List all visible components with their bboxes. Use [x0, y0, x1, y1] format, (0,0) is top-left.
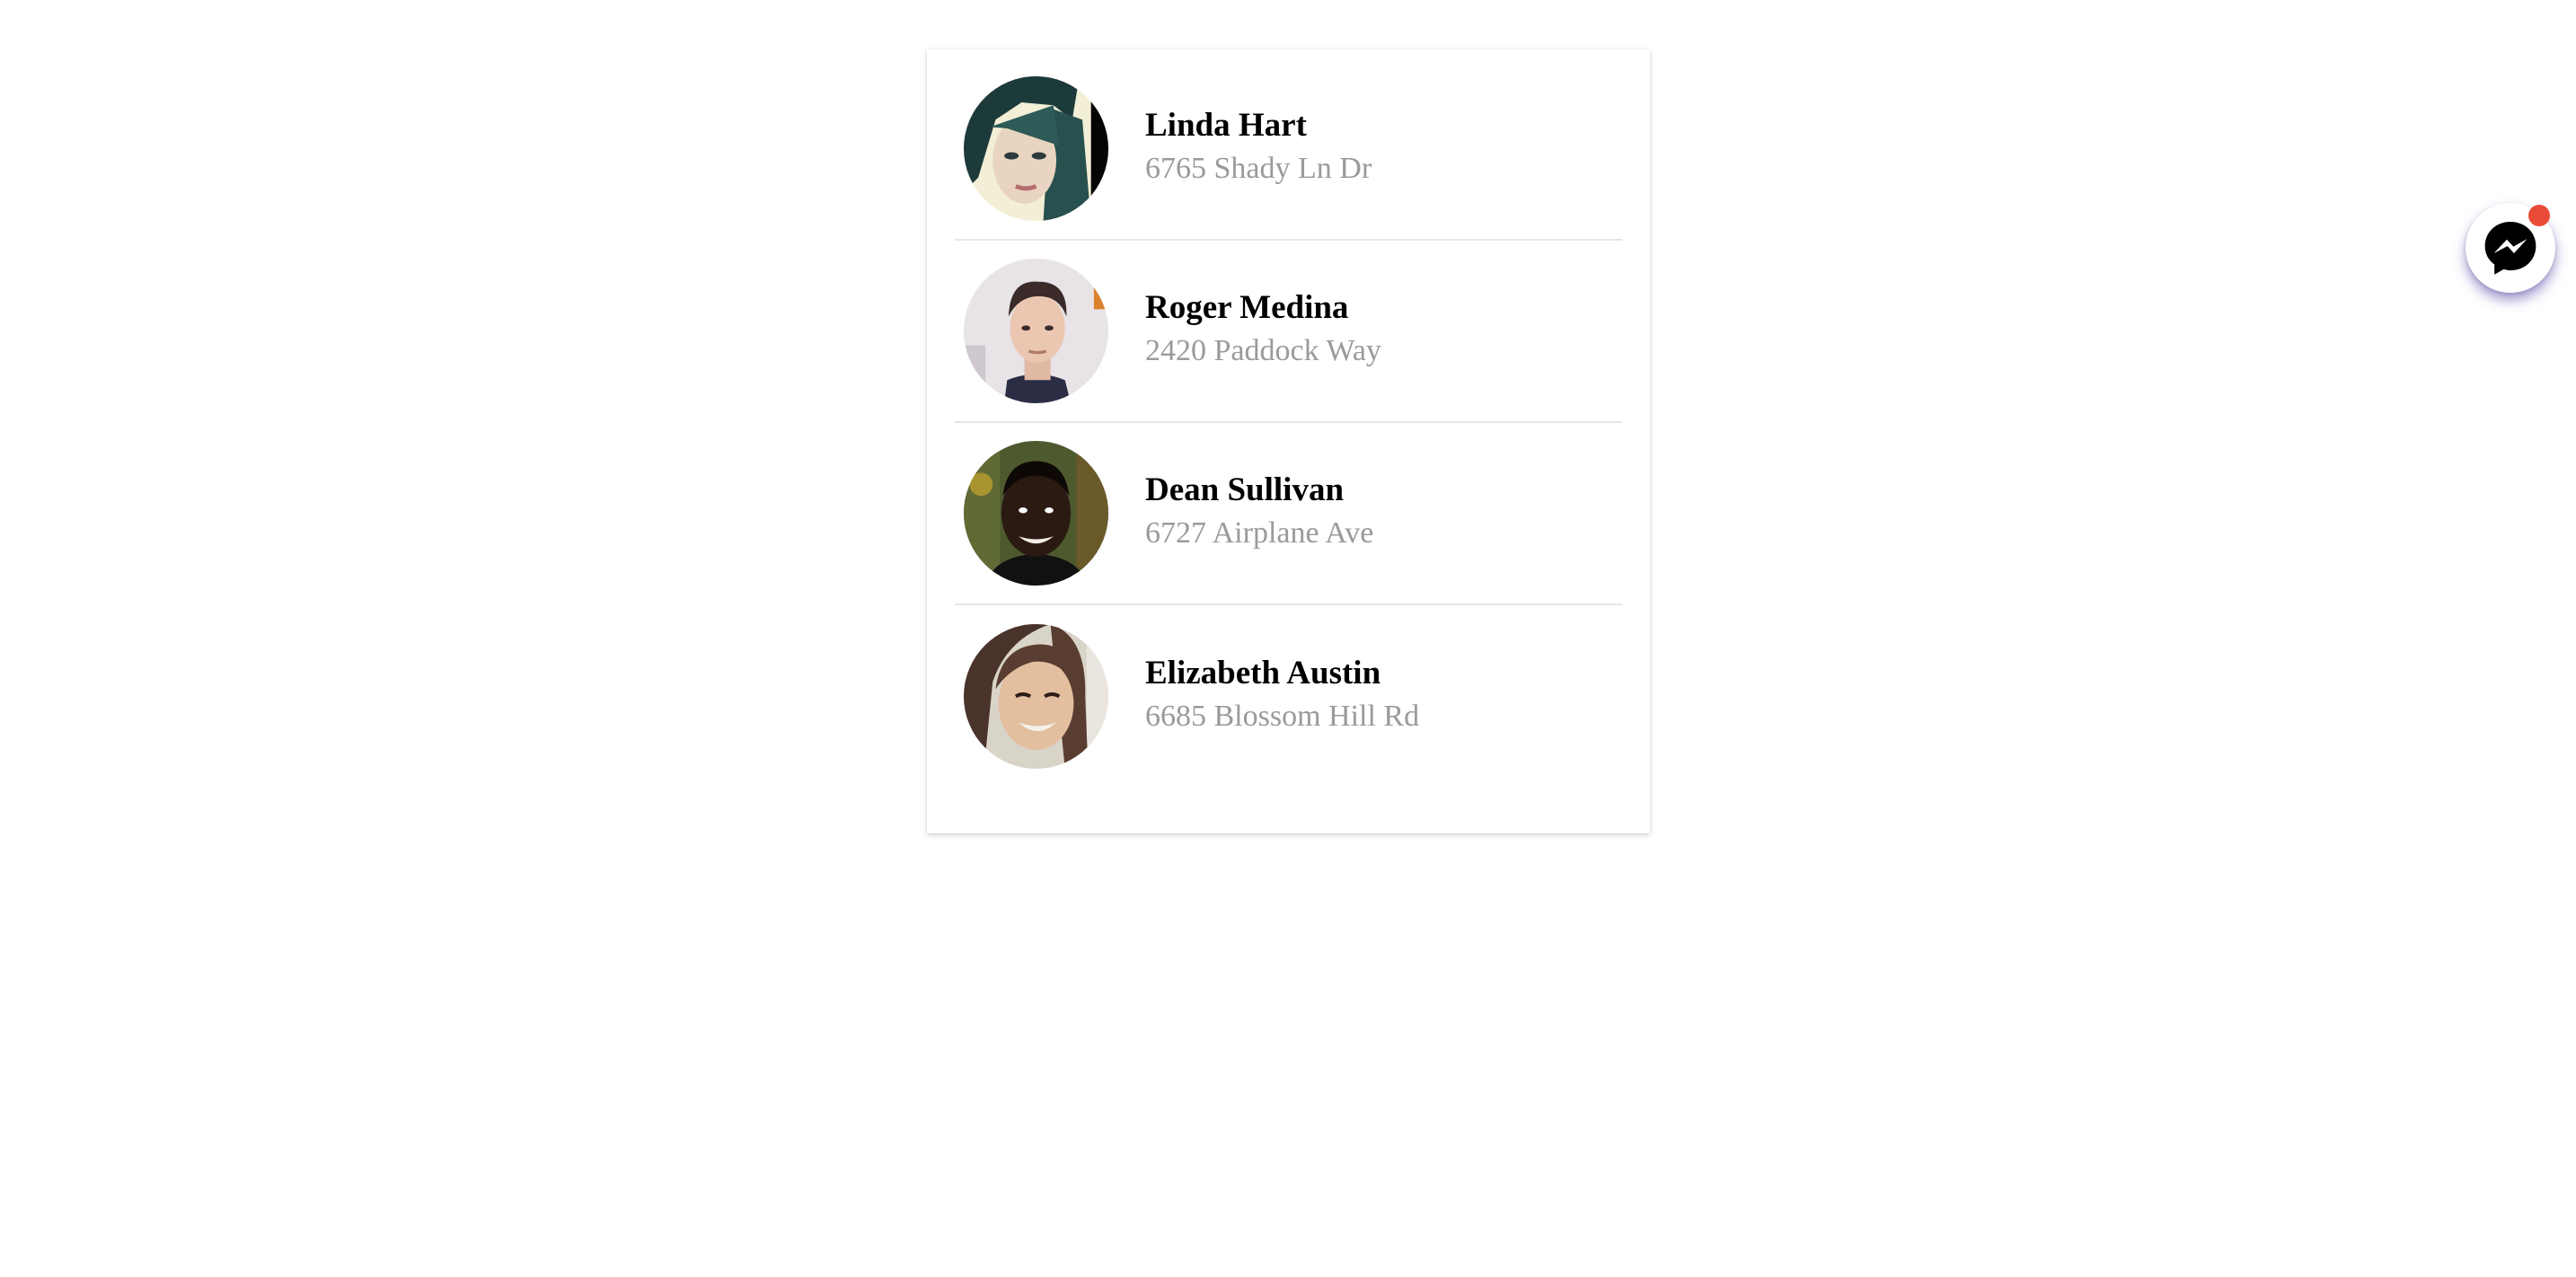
contact-list-item[interactable]: Linda Hart 6765 Shady Ln Dr [955, 58, 1622, 241]
contact-list-item[interactable]: Dean Sullivan 6727 Airplane Ave [955, 423, 1622, 605]
contact-list-item[interactable]: Roger Medina 2420 Paddock Way [955, 241, 1622, 423]
contact-address: 2420 Paddock Way [1145, 333, 1381, 367]
contact-text: Roger Medina 2420 Paddock Way [1145, 287, 1381, 370]
contact-text: Linda Hart 6765 Shady Ln Dr [1145, 105, 1372, 188]
contact-list-item[interactable]: Elizabeth Austin 6685 Blossom Hill Rd [955, 605, 1622, 788]
avatar [964, 624, 1108, 769]
contact-name: Linda Hart [1145, 107, 1307, 145]
avatar [964, 76, 1108, 221]
contact-address: 6727 Airplane Ave [1145, 515, 1374, 550]
contact-text: Elizabeth Austin 6685 Blossom Hill Rd [1145, 653, 1419, 735]
avatar [964, 441, 1108, 586]
notification-badge [2528, 205, 2550, 226]
contact-name: Elizabeth Austin [1145, 655, 1381, 692]
contact-list-card: Linda Hart 6765 Shady Ln Dr Roger Medina… [927, 49, 1650, 833]
messenger-icon [2484, 221, 2536, 275]
contact-address: 6685 Blossom Hill Rd [1145, 699, 1420, 733]
messenger-chat-button[interactable] [2466, 203, 2555, 293]
contact-address: 6765 Shady Ln Dr [1145, 151, 1372, 185]
avatar [964, 259, 1108, 403]
contact-name: Dean Sullivan [1145, 471, 1345, 509]
contact-name: Roger Medina [1145, 289, 1349, 327]
contact-text: Dean Sullivan 6727 Airplane Ave [1145, 470, 1373, 552]
